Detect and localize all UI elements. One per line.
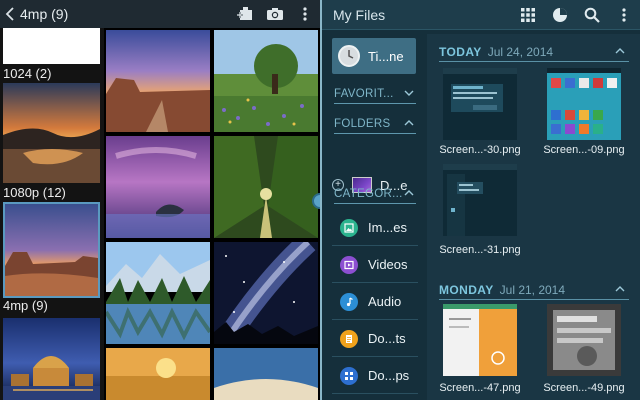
group-day: MONDAY — [439, 282, 494, 297]
photo-thumbnail[interactable] — [214, 242, 318, 344]
nav-category-item[interactable]: Do...ps — [332, 358, 418, 394]
album-item[interactable]: 4mp (9) — [3, 296, 100, 315]
nav-category-item[interactable]: Im...es — [332, 210, 418, 246]
music-note-icon — [340, 292, 358, 311]
album-thumbnail — [3, 83, 100, 183]
album-item[interactable] — [3, 318, 100, 400]
files-title: My Files — [333, 6, 386, 23]
album-item-selected[interactable] — [3, 202, 100, 298]
photo-grid — [106, 28, 320, 400]
photo-thumbnail[interactable] — [106, 242, 210, 344]
album-label: 1080p (12) — [3, 185, 66, 200]
chevron-left-icon[interactable] — [2, 0, 18, 28]
storage-usage-icon[interactable] — [544, 0, 576, 30]
nav-item-label: Audio — [368, 294, 402, 309]
split-screen: 4mp (9) 1024 (2) 1080p (12) 4mp (9) My F… — [0, 0, 640, 400]
clock-icon — [338, 45, 360, 67]
nav-item-label: Im...es — [368, 220, 408, 235]
video-icon — [340, 255, 358, 274]
photo-thumbnail[interactable] — [106, 136, 210, 238]
chevron-up-icon — [615, 284, 629, 295]
photo-thumbnail[interactable] — [214, 348, 318, 400]
chevron-up-icon — [615, 46, 629, 57]
chevron-up-icon — [403, 188, 416, 199]
group-day: TODAY — [439, 44, 482, 59]
nav-item-label: Videos — [368, 257, 408, 272]
album-thumbnail — [3, 28, 100, 64]
file-thumbnail[interactable] — [443, 164, 517, 236]
gallery-action-bar: 4mp (9) — [0, 0, 320, 28]
album-item[interactable] — [3, 83, 100, 183]
file-thumbnail[interactable] — [547, 68, 621, 140]
chevron-up-icon — [402, 118, 416, 129]
group-date: Jul 24, 2014 — [487, 44, 554, 59]
more-vert-icon[interactable] — [608, 0, 640, 30]
file-thumbnail[interactable] — [547, 304, 621, 376]
download-icon — [340, 366, 358, 385]
photo-thumbnail[interactable] — [214, 30, 318, 132]
section-folders[interactable]: FOLDERS — [334, 114, 416, 134]
timeline-view: TODAY Jul 24, 2014 Screen...-30.png Scre… — [427, 34, 640, 400]
nav-category-item[interactable]: Audio — [332, 284, 418, 320]
section-label: FOLDERS — [334, 117, 391, 130]
gallery-title[interactable]: 4mp (9) — [20, 6, 230, 22]
more-vert-icon[interactable] — [290, 0, 320, 28]
group-date: Jul 21, 2014 — [499, 282, 566, 297]
document-icon — [340, 329, 358, 348]
my-files-app: My Files Ti...ne FAVORIT... FOLDERS + D.… — [320, 0, 640, 400]
file-thumbnail[interactable] — [443, 68, 517, 140]
album-list: 1024 (2) 1080p (12) 4mp (9) — [0, 28, 104, 400]
section-label: FAVORIT... — [334, 87, 394, 100]
nav-item-label: Do...ts — [368, 331, 406, 346]
nav-item-timeline[interactable]: Ti...ne — [332, 38, 416, 74]
photo-thumbnail[interactable] — [214, 136, 318, 238]
camera-icon[interactable] — [260, 0, 290, 28]
photo-thumbnail[interactable] — [106, 30, 210, 132]
chevron-down-icon — [402, 88, 416, 99]
section-categories[interactable]: CATEGOR... — [334, 184, 416, 204]
section-label: CATEGOR... — [334, 187, 403, 200]
grid-view-icon[interactable] — [512, 0, 544, 30]
nav-category-item[interactable]: Videos — [332, 247, 418, 283]
album-thumbnail — [3, 318, 100, 400]
album-item[interactable]: 1080p (12) — [3, 183, 100, 202]
files-action-bar: My Files — [322, 0, 640, 30]
file-name: Screen...-49.png — [543, 382, 625, 394]
nav-item-label: Ti...ne — [368, 48, 404, 64]
nav-category-item[interactable]: Do...ts — [332, 321, 418, 357]
files-nav-panel: Ti...ne FAVORIT... FOLDERS + D...e CATEG… — [328, 34, 420, 400]
add-to-album-icon[interactable] — [230, 0, 260, 28]
photo-thumbnail[interactable] — [106, 348, 210, 400]
file-thumbnail[interactable] — [443, 304, 517, 376]
album-label: 1024 (2) — [3, 66, 52, 81]
file-name: Screen...-09.png — [543, 144, 625, 156]
album-item[interactable]: 1024 (2) — [3, 28, 100, 83]
section-favorites[interactable]: FAVORIT... — [334, 84, 416, 104]
search-icon[interactable] — [576, 0, 608, 30]
album-label: 4mp (9) — [3, 298, 48, 313]
file-name: Screen...-31.png — [439, 244, 521, 256]
file-name: Screen...-30.png — [439, 144, 521, 156]
album-thumbnail — [5, 204, 102, 296]
image-icon — [340, 218, 358, 237]
date-group-header[interactable]: TODAY Jul 24, 2014 — [439, 42, 629, 62]
nav-item-label: Do...ps — [368, 368, 410, 383]
file-name: Screen...-47.png — [439, 382, 521, 394]
date-group-header[interactable]: MONDAY Jul 21, 2014 — [439, 280, 629, 300]
gallery-app: 4mp (9) 1024 (2) 1080p (12) 4mp (9) — [0, 0, 320, 400]
